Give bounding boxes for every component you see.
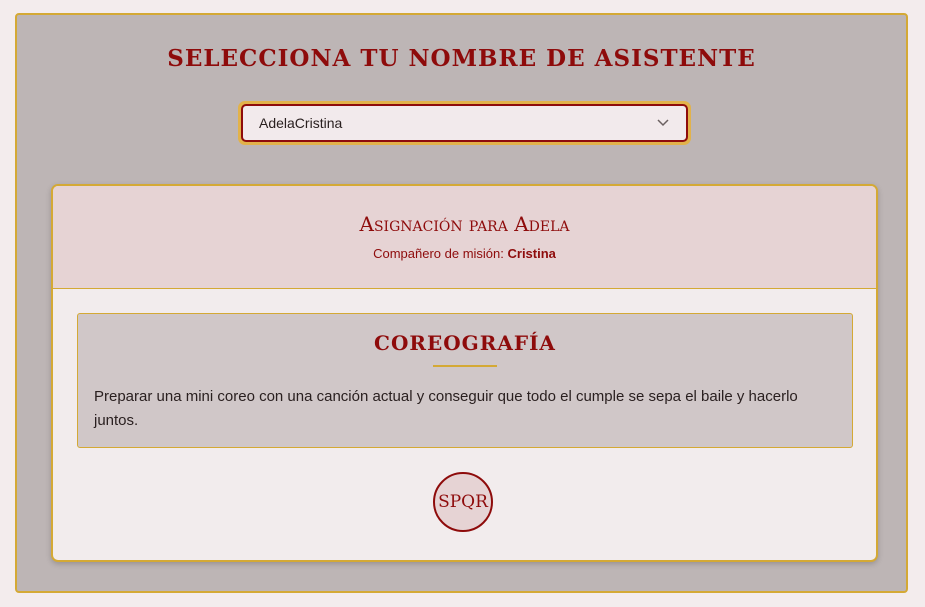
attendee-select-value: AdelaCristina: [259, 115, 343, 131]
task-title-divider: [433, 365, 497, 367]
seal-text: SPQR: [438, 492, 488, 512]
assignment-card: Asignación para Adela Compañero de misió…: [51, 184, 878, 562]
spqr-seal: SPQR: [433, 472, 493, 532]
task-title: COREOGRAFÍA: [374, 331, 556, 355]
attendee-select-focus-ring: AdelaCristina: [238, 101, 691, 145]
partner-name: Cristina: [507, 246, 556, 261]
assignment-header: Asignación para Adela Compañero de misió…: [53, 186, 876, 289]
main-panel: SELECCIONA TU NOMBRE DE ASISTENTE AdelaC…: [15, 13, 908, 593]
assignment-title: Asignación para Adela: [359, 212, 570, 236]
partner-line: Compañero de misión: Cristina: [53, 246, 876, 261]
task-box: COREOGRAFÍA Preparar una mini coreo con …: [77, 313, 853, 448]
page-title: SELECCIONA TU NOMBRE DE ASISTENTE: [167, 45, 756, 72]
task-description: Preparar una mini coreo con una canción …: [94, 388, 798, 429]
attendee-select[interactable]: AdelaCristina: [241, 104, 688, 142]
partner-label: Compañero de misión:: [373, 246, 504, 261]
chevron-down-icon: [656, 116, 670, 130]
